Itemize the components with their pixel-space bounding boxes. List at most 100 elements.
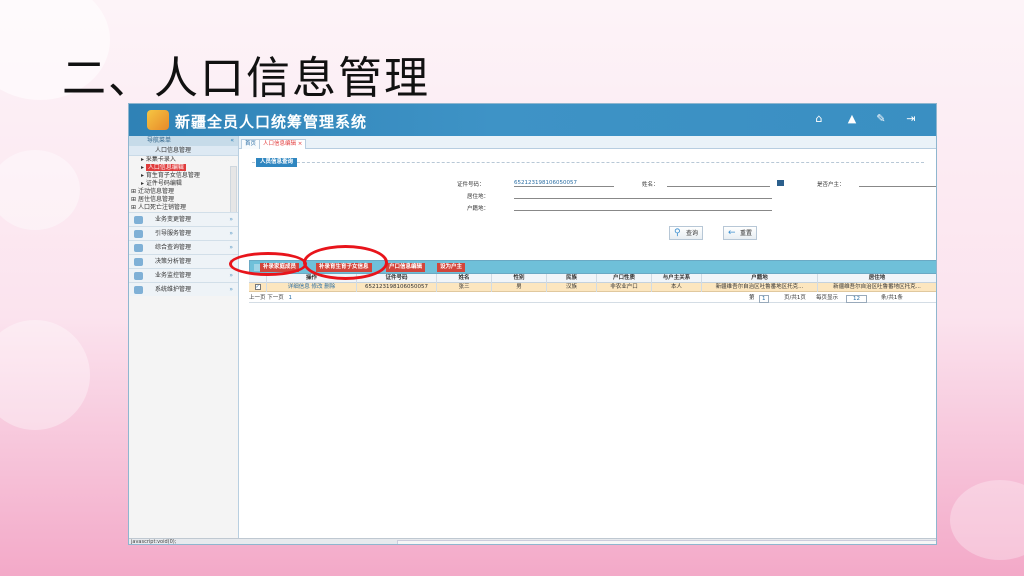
menu-item-label: 迁动信息管理 [137, 188, 174, 195]
is-head-select[interactable]: ▼ [859, 179, 936, 187]
chevron-down-icon: » [229, 258, 233, 265]
app-header: 新疆全员人口统筹管理系统 ⌂ ▲ ✎ ⇥ [129, 104, 936, 136]
blossom-decoration [0, 150, 80, 230]
folder-icon [134, 216, 143, 224]
sidebar-heading: 导航菜单 « [129, 136, 238, 146]
detail-link[interactable]: 详细信息 [288, 284, 310, 290]
chevron-down-icon: » [229, 272, 233, 279]
id-number-input[interactable]: 652123198106050057 [514, 179, 614, 187]
main-content: 人员信息查询 证件号码： 652123198106050057 姓名： 是否户主… [239, 149, 936, 538]
row-checkbox[interactable]: ✓ [254, 283, 261, 290]
name-label: 姓名： [642, 182, 659, 188]
residence-input[interactable] [514, 191, 772, 199]
table-row[interactable]: ✓ 详细信息 修改 删除 652123198106050057 张三 男 汉族 … [249, 283, 936, 292]
residence-cell: 新疆维吾尔自治区吐鲁番地区托克... [818, 283, 936, 292]
search-icon: ⚲ [674, 228, 681, 238]
logout-icon[interactable]: ⇥ [904, 112, 918, 126]
menu-item-residence[interactable]: ⊞ 居住信息管理 [129, 196, 238, 204]
chart-icon [134, 272, 143, 280]
is-head-label: 是否户主： [817, 182, 845, 188]
column-header: 民族 [547, 274, 597, 283]
relation-cell: 本人 [652, 283, 702, 292]
page-select[interactable]: 1 [759, 295, 769, 303]
hukou-input[interactable] [514, 203, 772, 211]
menu-item-edit[interactable]: ▸ 人口信息编辑 [129, 164, 238, 172]
menu-item-migration[interactable]: ⊞ 迁动信息管理 [129, 188, 238, 196]
id-cell: 652123198106050057 [357, 283, 437, 292]
total-count: 条/共1条 [881, 295, 903, 301]
menu-group-system[interactable]: 系统维护管理 » [129, 282, 238, 296]
set-head-button[interactable]: 设为户主 [437, 263, 466, 272]
column-header: 与户主关系 [652, 274, 702, 283]
menu-item-label: 人口死亡注销管理 [137, 204, 186, 211]
column-header: 性别 [492, 274, 547, 283]
folder-icon [134, 230, 143, 238]
menu-item-children[interactable]: ▸ 育生育子女信息管理 [129, 172, 238, 180]
bell-icon[interactable]: ▲ [845, 112, 859, 126]
search-button[interactable]: ⚲ 查询 [669, 226, 704, 240]
column-header: 户籍地 [702, 274, 818, 283]
menu-group-label: 引导服务管理 [155, 230, 192, 237]
blossom-decoration [0, 320, 90, 430]
column-header: 居住地 [818, 274, 936, 283]
menu-item-card-entry[interactable]: ▸ 采集卡录入 [129, 156, 238, 164]
page-number[interactable]: 1 [289, 295, 293, 301]
per-page-select[interactable]: 12 [846, 295, 867, 303]
menu-group-guide[interactable]: 引导服务管理 » [129, 226, 238, 240]
status-bar: javascript:void(0); [129, 538, 936, 545]
menu-item-label: 人口信息编辑 [145, 164, 186, 171]
menu-group-label: 业务变更管理 [155, 216, 192, 223]
column-header: 操作 [267, 274, 357, 283]
menu-group-label: 综合查询管理 [155, 244, 192, 251]
app-window: 新疆全员人口统筹管理系统 ⌂ ▲ ✎ ⇥ 导航菜单 « 人口信息管理 ▸ 采集卡… [128, 103, 937, 545]
grid-toolbar: 补录家庭成员 补录育生育子女信息 户口信息编辑 设为户主 [249, 260, 936, 274]
row-checkbox-cell: ✓ [249, 283, 267, 292]
dropdown-icon[interactable] [777, 180, 784, 186]
sidebar: 导航菜单 « 人口信息管理 ▸ 采集卡录入 ▸ 人口信息编辑 ▸ 育生育子女信息… [129, 136, 239, 538]
menu-group-monitor[interactable]: 业务监控管理 » [129, 268, 238, 282]
edit-link[interactable]: 修改 [311, 284, 322, 290]
column-header: 证件号码 [357, 274, 437, 283]
tab-population-edit[interactable]: 人口信息编辑 × [259, 139, 307, 149]
home-icon[interactable]: ⌂ [812, 112, 826, 126]
menu-item-death[interactable]: ⊞ 人口死亡注销管理 [129, 204, 238, 212]
column-header: 户口性质 [597, 274, 652, 283]
app-title: 新疆全员人口统筹管理系统 [175, 113, 368, 131]
blossom-decoration [950, 480, 1024, 560]
menu-item-id-edit[interactable]: ▸ 证件号码编辑 [129, 180, 238, 188]
actions-cell: 详细信息 修改 删除 [267, 283, 357, 292]
add-children-info-button[interactable]: 补录育生育子女信息 [316, 263, 372, 272]
hukou-label: 户籍地： [467, 206, 490, 212]
tools-icon[interactable]: ✎ [874, 112, 888, 126]
menu-group-change[interactable]: 业务变更管理 » [129, 212, 238, 226]
pagination-bar: 上一页 下一页 1 第 1 页/共1页 每页显示 12 条/共1条 [249, 294, 936, 303]
prev-next-links[interactable]: 上一页 下一页 [249, 295, 284, 301]
gender-cell: 男 [492, 283, 547, 292]
per-page-label: 每页显示 [816, 295, 839, 301]
status-text: javascript:void(0); [131, 539, 177, 545]
hukou-type-cell: 非农业户口 [597, 283, 652, 292]
menu-item-label: 证件号码编辑 [145, 180, 182, 187]
back-arrow-icon: ← [728, 228, 736, 238]
tab-home[interactable]: 首页 [241, 139, 261, 149]
page-jump-label: 第 [749, 295, 755, 301]
menu-group-label: 系统维护管理 [155, 286, 192, 293]
collapse-icon[interactable]: « [230, 136, 234, 146]
horizontal-scrollbar[interactable] [397, 540, 936, 544]
menu-group-query[interactable]: 综合查询管理 » [129, 240, 238, 254]
name-input[interactable] [667, 179, 770, 187]
reset-button[interactable]: ← 重置 [723, 226, 758, 240]
reset-button-label: 重置 [740, 230, 753, 237]
chevron-down-icon: » [229, 216, 233, 223]
edit-hukou-button[interactable]: 户口信息编辑 [386, 263, 426, 272]
hukou-place-cell: 新疆维吾尔自治区吐鲁番地区托克... [702, 283, 818, 292]
delete-link[interactable]: 删除 [324, 284, 335, 290]
menu-group-label: 业务监控管理 [155, 272, 192, 279]
folder-icon [134, 244, 143, 252]
gear-icon [134, 286, 143, 294]
add-family-member-button[interactable]: 补录家庭成员 [260, 263, 300, 272]
menu-group-population[interactable]: 人口信息管理 [129, 146, 238, 156]
query-legend: 人员信息查询 [256, 158, 298, 167]
app-logo [147, 110, 169, 130]
menu-group-analysis[interactable]: 决策分析管理 » [129, 254, 238, 268]
